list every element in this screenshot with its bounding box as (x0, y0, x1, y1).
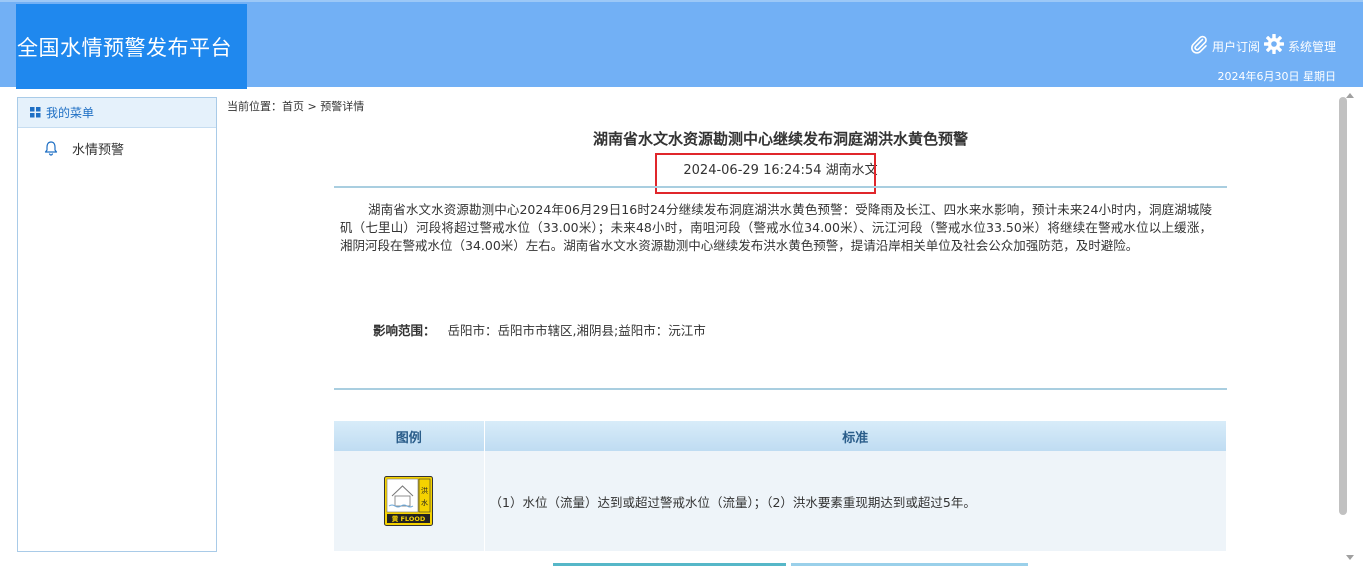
column-header-legend: 图例 (334, 421, 485, 451)
table-row: 洪 水 黄 FLOOD （1）水位（流量）达到或超过警戒水位（流量）；（2）洪水… (334, 451, 1227, 551)
legend-standard-cell: （1）水位（流量）达到或超过警戒水位（流量）；（2）洪水要素重现期达到或超过5年… (484, 451, 1227, 551)
flood-icon-caption: 黄 FLOOD (392, 514, 426, 523)
vertical-scrollbar[interactable] (1339, 91, 1363, 566)
scroll-up-arrow-icon[interactable] (1346, 93, 1354, 98)
divider-bottom (334, 388, 1227, 390)
user-subscribe-label: 用户订阅 (1211, 40, 1260, 54)
paperclip-icon (1191, 35, 1207, 54)
app-title: 全国水情预警发布平台 (17, 35, 232, 60)
breadcrumb-prefix: 当前位置： (227, 100, 282, 113)
article-title: 湖南省水文水资源勘测中心继续发布洞庭湖洪水黄色预警 (592, 130, 968, 148)
scroll-down-arrow-icon[interactable] (1346, 555, 1354, 560)
user-subscribe-link[interactable]: 用户订阅 (1189, 32, 1260, 55)
gear-icon (1263, 33, 1284, 54)
flood-icon-char-bottom: 水 (421, 498, 428, 507)
page: 全国水情预警发布平台 用户订阅 系统管理 2024年6月30日 星期日 我的菜单… (0, 0, 1363, 566)
sidebar-heading-label: 我的菜单 (46, 106, 95, 120)
sidebar: 我的菜单 水情预警 (17, 97, 217, 552)
header-links: 用户订阅 系统管理 (1189, 32, 1336, 55)
divider-top (334, 186, 1227, 188)
article-body: 湖南省水文水资源勘测中心2024年06月29日16时24分继续发布洞庭湖洪水黄色… (340, 202, 1212, 253)
impact-scope: 影响范围： 岳阳市：岳阳市市辖区,湘阴县;益阳市：沅江市 (373, 320, 706, 339)
sidebar-heading: 我的菜单 (18, 98, 216, 128)
system-admin-label: 系统管理 (1287, 40, 1336, 54)
flood-icon-char-top: 洪 (421, 486, 428, 495)
legend-icon-cell: 洪 水 黄 FLOOD (334, 451, 485, 551)
impact-scope-label: 影响范围： (373, 323, 436, 338)
breadcrumb: 当前位置：首页 > 预警详情 (227, 98, 364, 114)
breadcrumb-separator: > (304, 100, 321, 113)
impact-scope-value: 岳阳市：岳阳市市辖区,湘阴县;益阳市：沅江市 (447, 323, 706, 338)
column-header-standard: 标准 (484, 421, 1227, 451)
sidebar-item-water-warning[interactable]: 水情预警 (18, 128, 216, 168)
table-header-row: 图例 标准 (334, 421, 1227, 451)
breadcrumb-current: 预警详情 (320, 100, 365, 113)
brand-block: 全国水情预警发布平台 (16, 4, 247, 89)
scrollbar-thumb[interactable] (1339, 97, 1347, 515)
top-header: 全国水情预警发布平台 用户订阅 系统管理 2024年6月30日 星期日 (0, 0, 1363, 89)
breadcrumb-home-link[interactable]: 首页 (282, 100, 304, 113)
sidebar-item-label: 水情预警 (72, 142, 125, 158)
system-admin-link[interactable]: 系统管理 (1263, 32, 1336, 55)
flood-yellow-warning-icon: 洪 水 黄 FLOOD (384, 476, 434, 526)
current-date: 2024年6月30日 星期日 (1217, 70, 1337, 83)
legend-table: 图例 标准 洪 水 黄 FLOOD （1）水位（流量）达到或超过警戒水位（流量）… (334, 421, 1227, 551)
bell-icon (44, 141, 58, 156)
grid-icon (30, 107, 41, 118)
